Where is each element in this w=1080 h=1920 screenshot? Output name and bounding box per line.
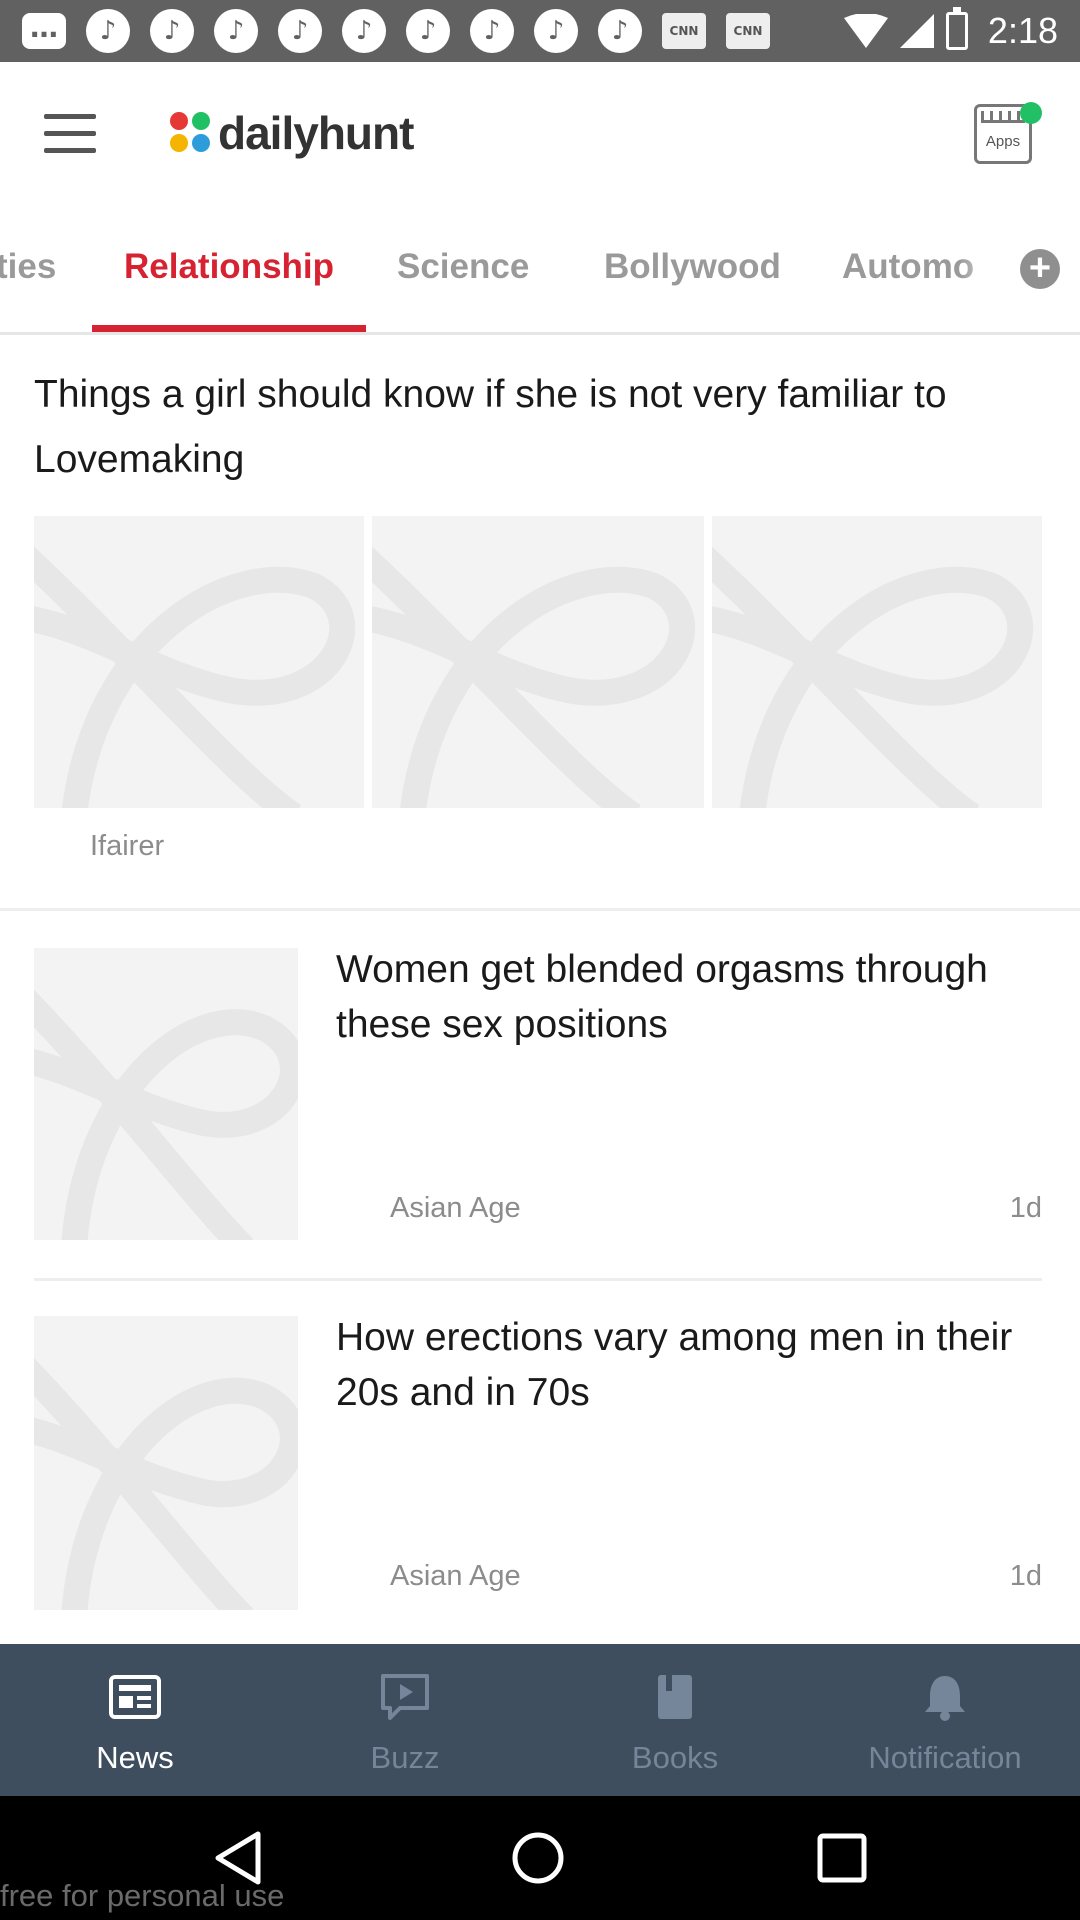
tab-relationship[interactable]: Relationship — [124, 247, 334, 287]
nav-label: Books — [631, 1740, 719, 1775]
source-label[interactable]: Ifairer — [90, 830, 164, 863]
recents-icon[interactable] — [810, 1826, 874, 1890]
beats-icon: ♪ — [214, 9, 258, 53]
nav-label: News — [96, 1740, 174, 1775]
system-indicators: 2:18 — [843, 0, 1058, 62]
nav-label: Buzz — [370, 1740, 440, 1775]
nav-buzz[interactable]: Buzz — [270, 1644, 540, 1796]
image-placeholder[interactable] — [372, 516, 704, 808]
card-divider — [0, 908, 1080, 911]
tab-bollywood[interactable]: Bollywood — [604, 247, 781, 287]
story-title[interactable]: How erections vary among men in their 20… — [336, 1310, 1036, 1420]
image-placeholder[interactable] — [34, 516, 364, 808]
dailyhunt-logo: dailyhunt — [170, 106, 414, 160]
add-category-icon[interactable]: + — [1020, 249, 1060, 289]
nav-news[interactable]: News — [0, 1644, 270, 1796]
tab-ties[interactable]: ties — [0, 247, 56, 287]
beats-icon: ♪ — [86, 9, 130, 53]
story-thumbnail[interactable] — [34, 1316, 298, 1610]
active-tab-indicator — [92, 325, 366, 332]
logo-dots-icon — [170, 112, 212, 154]
story-divider — [34, 1278, 1042, 1281]
notification-dot — [1020, 102, 1042, 124]
book-icon — [658, 1675, 692, 1719]
cnn-icon: CNN — [726, 13, 770, 49]
beats-icon: ♪ — [342, 9, 386, 53]
story-title[interactable]: Things a girl should know if she is not … — [34, 362, 1044, 492]
status-bar: … ♪ ♪ ♪ ♪ ♪ ♪ ♪ ♪ ♪ CNN CNN 2:18 — [0, 0, 1080, 62]
tab-fade — [960, 237, 1010, 307]
app-bar: dailyhunt Apps — [0, 62, 1080, 207]
apps-label: Apps — [985, 133, 1021, 150]
nav-label: Notification — [868, 1740, 1022, 1775]
cnn-icon: CNN — [662, 13, 706, 49]
bottom-navigation: News Buzz Books Notification — [0, 1644, 1080, 1796]
beats-icon: ♪ — [598, 9, 642, 53]
nav-books[interactable]: Books — [540, 1644, 810, 1796]
source-label[interactable]: Asian Age — [390, 1192, 521, 1225]
story-title[interactable]: Women get blended orgasms through these … — [336, 942, 1036, 1052]
logo-text: dailyhunt — [218, 107, 414, 159]
story-age: 1d — [1009, 1560, 1042, 1592]
home-icon[interactable] — [506, 1826, 570, 1890]
signal-icon — [899, 14, 934, 48]
beats-icon: ♪ — [278, 9, 322, 53]
newspaper-icon — [109, 1675, 161, 1719]
menu-icon[interactable] — [44, 114, 96, 154]
source-label[interactable]: Asian Age — [390, 1560, 521, 1593]
bell-icon — [925, 1676, 965, 1721]
tab-automobile[interactable]: Automo — [842, 247, 974, 287]
status-time: 2:18 — [987, 10, 1058, 51]
watermark: free for personal use — [0, 1878, 285, 1913]
tab-science[interactable]: Science — [397, 247, 529, 287]
beats-icon: ♪ — [534, 9, 578, 53]
beats-icon: ♪ — [150, 9, 194, 53]
image-placeholder[interactable] — [712, 516, 1042, 808]
nav-notification[interactable]: Notification — [810, 1644, 1080, 1796]
play-chat-icon — [381, 1674, 429, 1720]
apps-icon — [981, 111, 1025, 123]
message-icon: … — [22, 13, 66, 49]
news-feed[interactable]: Things a girl should know if she is not … — [0, 338, 1080, 1644]
battery-icon — [945, 7, 968, 50]
notification-icons: … ♪ ♪ ♪ ♪ ♪ ♪ ♪ ♪ ♪ CNN CNN — [22, 9, 770, 53]
beats-icon: ♪ — [406, 9, 450, 53]
category-tabs: ties Relationship Science Bollywood Auto… — [0, 207, 1080, 335]
wifi-icon — [843, 14, 888, 48]
beats-icon: ♪ — [470, 9, 514, 53]
story-age: 1d — [1009, 1192, 1042, 1224]
story-thumbnail[interactable] — [34, 948, 298, 1240]
